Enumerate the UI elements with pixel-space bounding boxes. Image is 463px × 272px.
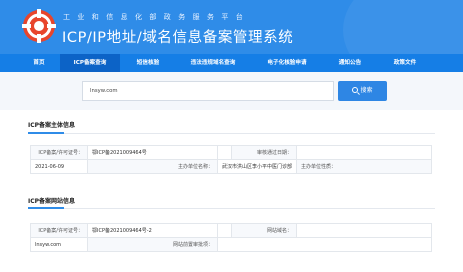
search-button-label: 搜索 [360, 87, 373, 94]
nav-item-sms-verify[interactable]: 短信核验 [121, 54, 175, 72]
nav-item-home[interactable]: 首页 [18, 54, 60, 72]
domain-label: 网站域名： [231, 223, 297, 238]
nav-item-illegal-domain-query[interactable]: 违法违规域名查询 [176, 54, 250, 72]
table-cell [217, 223, 232, 238]
org-name-label: 主办单位名称： [87, 159, 218, 174]
prereq-approval-label: 网站前置审批项： [87, 237, 218, 252]
header-subtitle: 工业和信息化部政务服务平台 [63, 13, 251, 21]
nav-item-e-verify-apply[interactable]: 电子化核验申请 [252, 54, 322, 72]
license-label: ICP备案/许可证号： [30, 145, 88, 160]
table-row: lnsyw.com 网站前置审批项： [30, 237, 432, 252]
table-cell [296, 223, 432, 238]
table-cell [217, 145, 232, 160]
prereq-approval-value [217, 237, 432, 252]
search-bar: lnsyw.com 搜索 [0, 72, 463, 110]
audit-date-value: 2021-06-09 [30, 159, 88, 174]
subject-section-title: ICP备案主体信息 [28, 122, 76, 129]
license-value: 鄂ICP备2021009464号 [87, 145, 218, 160]
website-section-accent [28, 207, 64, 209]
search-icon [352, 87, 359, 93]
audit-date-label: 审核通过日期： [230, 145, 298, 160]
nav-item-policy-docs[interactable]: 政策文件 [378, 54, 432, 72]
nav-item-notices[interactable]: 通知公告 [323, 54, 377, 72]
page-title: ICP/IP地址/域名信息备案管理系统 [62, 30, 294, 46]
site-license-label: ICP备案/许可证号： [30, 223, 88, 238]
subject-section-accent [28, 132, 64, 134]
site-header: 工业和信息化部政务服务平台 ICP/IP地址/域名信息备案管理系统 [0, 0, 463, 54]
domain-value: lnsyw.com [30, 237, 88, 252]
table-row: 2021-06-09 主办单位名称： 武汉市洪山区李小平中医门诊部 主办单位性质… [30, 159, 432, 174]
miit-logo-icon [22, 9, 56, 43]
website-section-divider [28, 208, 435, 209]
table-cell [296, 145, 432, 160]
table-row: ICP备案/许可证号： 鄂ICP备2021009464号 审核通过日期： [30, 145, 432, 160]
website-section-title: ICP备案网站信息 [28, 198, 76, 205]
website-info-table: ICP备案/许可证号： 鄂ICP备2021009464号-2 网站域名： lns… [30, 223, 432, 252]
main-nav: 首页 ICP备案查询 短信核验 违法违规域名查询 电子化核验申请 通知公告 政策… [0, 54, 463, 72]
search-input[interactable]: lnsyw.com [82, 81, 334, 101]
table-row: ICP备案/许可证号： 鄂ICP备2021009464号-2 网站域名： [30, 223, 432, 238]
org-type-label: 主办单位性质： [296, 159, 432, 174]
nav-item-icp-query[interactable]: ICP备案查询 [60, 54, 120, 72]
org-name-value: 武汉市洪山区李小平中医门诊部 [216, 159, 298, 174]
search-button[interactable]: 搜索 [338, 81, 387, 101]
site-license-value: 鄂ICP备2021009464号-2 [87, 223, 218, 238]
subject-section-divider [28, 133, 435, 134]
subject-info-table: ICP备案/许可证号： 鄂ICP备2021009464号 审核通过日期： 202… [30, 145, 432, 174]
